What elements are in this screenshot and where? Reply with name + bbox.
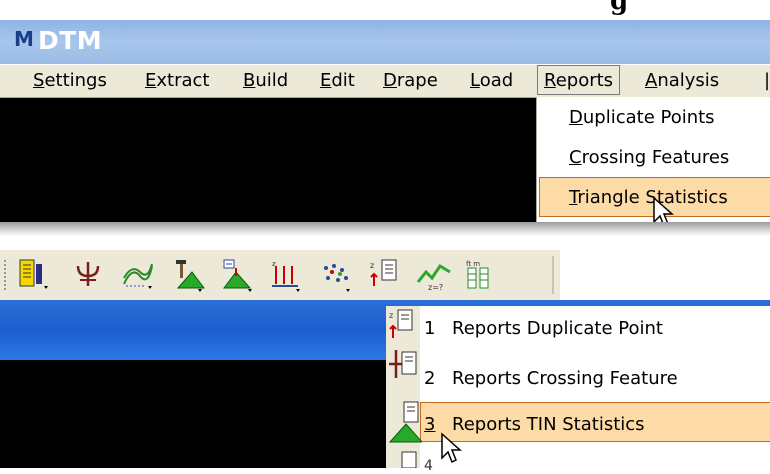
- popup-item-1-number: 1: [424, 318, 436, 339]
- window-shadow: [0, 222, 770, 236]
- workspace-lower: [0, 360, 390, 468]
- popup-item-reports-crossing-feature[interactable]: Reports Crossing Feature: [452, 368, 678, 389]
- duplicate-point-report-icon: z: [389, 309, 413, 338]
- menu-reports[interactable]: Reports: [537, 65, 621, 95]
- extract-icon[interactable]: z: [268, 258, 304, 292]
- tin-statistics-report-icon: [388, 401, 422, 443]
- crossing-feature-report-icon: [389, 350, 417, 378]
- reports-icon[interactable]: [16, 258, 52, 292]
- menu-load[interactable]: Load: [470, 70, 513, 91]
- svg-text:z: z: [389, 311, 393, 320]
- menu-extract[interactable]: Extract: [145, 70, 209, 91]
- menu-analysis[interactable]: Analysis: [645, 70, 719, 91]
- toolbar-grip[interactable]: [4, 260, 10, 290]
- menubar: Settings Extract Build Edit Drape Load R…: [0, 64, 770, 98]
- mouse-cursor-icon-2: [441, 432, 462, 464]
- drape-icon[interactable]: [220, 258, 256, 292]
- profile-icon[interactable]: z=?: [416, 258, 452, 292]
- next-report-icon-fragment: [401, 451, 417, 468]
- page-heading-fragment: g: [610, 0, 629, 16]
- dtm-window-title: DTM: [38, 26, 103, 55]
- contours-icon[interactable]: [120, 258, 156, 292]
- menu-build[interactable]: Build: [243, 70, 288, 91]
- popup-item-2-number: 2: [424, 368, 436, 389]
- svg-text:ft m: ft m: [466, 260, 480, 268]
- popup-item-reports-tin-statistics[interactable]: Reports TIN Statistics: [452, 414, 645, 435]
- dtm-workspace: [0, 98, 536, 222]
- popup-item-reports-duplicate-point[interactable]: Reports Duplicate Point: [452, 318, 663, 339]
- dropdown-item-triangle-statistics[interactable]: Triangle Statistics: [569, 187, 728, 208]
- dropdown-item-duplicate-points[interactable]: Duplicate Points: [569, 107, 715, 128]
- tin-build-icon[interactable]: [170, 258, 206, 292]
- duplicate-points-report-icon[interactable]: z: [368, 258, 404, 292]
- dtm-toolbar: z z z=? ft m: [0, 250, 560, 300]
- crossing-icon[interactable]: [72, 258, 108, 292]
- dtm-title-bar: [0, 20, 770, 64]
- statistics-icon[interactable]: ft m: [462, 258, 498, 292]
- popup-item-3-number: 3: [424, 414, 436, 435]
- dropdown-item-crossing-features[interactable]: Crossing Features: [569, 147, 729, 168]
- svg-text:z=?: z=?: [428, 283, 443, 292]
- points-icon[interactable]: [318, 258, 354, 292]
- menu-overflow-fragment[interactable]: |: [764, 70, 770, 91]
- menu-edit[interactable]: Edit: [320, 70, 355, 91]
- popup-item-4-fragment: 4: [424, 458, 433, 474]
- menu-drape[interactable]: Drape: [383, 70, 438, 91]
- svg-text:z: z: [370, 261, 374, 270]
- toolbar-end-separator: [552, 256, 554, 294]
- dtm-app-icon: M: [14, 27, 36, 56]
- svg-text:M: M: [14, 28, 34, 50]
- menu-settings[interactable]: Settings: [33, 70, 107, 91]
